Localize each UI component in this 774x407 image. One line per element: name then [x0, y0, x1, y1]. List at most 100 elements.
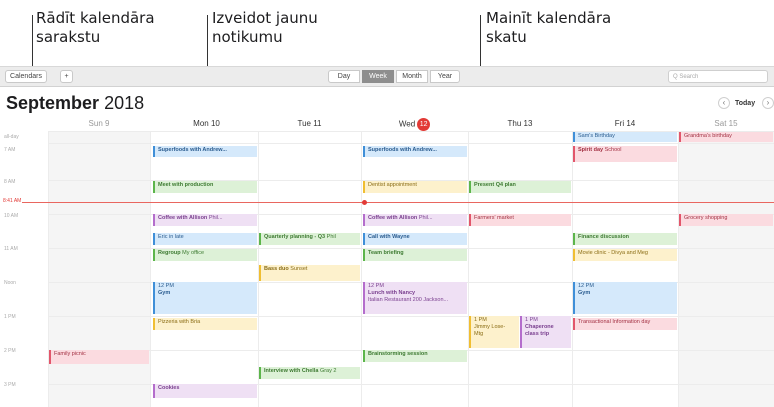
event-title: Coffee with Allison — [368, 215, 418, 221]
grid-line — [48, 316, 774, 317]
event-title: Meet with production — [158, 182, 214, 188]
view-year-button[interactable]: Year — [430, 70, 460, 83]
grid-line — [150, 131, 151, 407]
day-header-thu: Thu 13 — [507, 119, 533, 128]
event-jimmy[interactable]: 1 PM Jimmy Lose- Mtg — [469, 316, 519, 348]
current-time-line — [22, 202, 774, 203]
hour-label: 11 AM — [4, 246, 18, 252]
grid-line — [678, 131, 679, 407]
callout-line: sarakstu — [36, 28, 101, 46]
event-title: Interview with Chella — [264, 368, 319, 374]
grid-line — [48, 143, 774, 144]
grid-line — [48, 131, 49, 407]
event-title: Call with Wayne — [368, 234, 410, 240]
event-call-wayne[interactable]: Call with Wayne — [363, 233, 467, 245]
event-eric-late[interactable]: Eric in late — [153, 233, 257, 245]
day-header-wed: Wed 12 — [361, 118, 468, 131]
event-team-briefing[interactable]: Team briefing — [363, 249, 467, 261]
event-finance[interactable]: Finance discussion — [573, 233, 677, 245]
weekend-column-sun — [48, 131, 150, 407]
day-header-mon: Mon 10 — [193, 119, 220, 128]
event-title: Chaperone class trip — [525, 324, 554, 337]
event-coffee-mon[interactable]: Coffee with Allison Phil... — [153, 214, 257, 226]
event-title: Spirit day — [578, 147, 604, 153]
hour-label: 10 AM — [4, 213, 19, 219]
event-title: Superfoods with Andrew... — [368, 147, 437, 153]
grid-line — [572, 131, 573, 407]
event-title: Grandma's birthday — [684, 133, 732, 139]
event-regroup[interactable]: Regroup My office — [153, 249, 257, 261]
event-title: Gym — [578, 290, 591, 296]
next-week-icon[interactable]: › — [762, 97, 774, 109]
view-month-button[interactable]: Month — [396, 70, 428, 83]
event-title: Cookies — [158, 385, 180, 391]
view-week-button[interactable]: Week — [362, 70, 394, 83]
hour-label: 3 PM — [4, 382, 16, 388]
grid-line — [361, 131, 362, 407]
today-button[interactable]: Today — [735, 98, 755, 110]
callout-change-view: Mainīt kalendāra skatu — [486, 9, 611, 47]
grid-line — [468, 131, 469, 407]
event-farmers-market[interactable]: Farmers' market — [469, 214, 571, 226]
event-interview[interactable]: Interview with Chella Gray 2 — [259, 367, 360, 379]
event-dentist[interactable]: Dentist appointment — [363, 181, 467, 193]
event-family-picnic[interactable]: Family picnic — [49, 350, 149, 364]
callout-line: notikumu — [212, 28, 283, 46]
event-time: 1 PM — [525, 317, 538, 323]
toolbar: Calendars + Day Week Month Year Q Search — [0, 67, 774, 87]
event-location: Phil — [326, 234, 336, 240]
event-movie-clinic[interactable]: Movie clinic - Divya and Meg — [573, 249, 677, 261]
callout-line: skatu — [486, 28, 527, 46]
add-event-button[interactable]: + — [60, 70, 73, 83]
event-grandmas-birthday[interactable]: Grandma's birthday — [679, 132, 773, 142]
event-location: Phil... — [208, 215, 223, 221]
event-grocery[interactable]: Grocery shopping — [679, 214, 773, 226]
event-meet-production[interactable]: Meet with production — [153, 181, 257, 193]
event-lunch-nancy[interactable]: 12 PM Lunch with Nancy Italian Restaurant … — [363, 282, 467, 314]
hour-label: 7 AM — [4, 147, 16, 153]
event-gym-mon[interactable]: 12 PM Gym — [153, 282, 257, 314]
today-badge: 12 — [417, 118, 431, 131]
event-superfoods-mon[interactable]: Superfoods with Andrew... — [153, 146, 257, 157]
event-title: Pizzeria with Bria — [158, 319, 201, 325]
event-chaperone[interactable]: 1 PM Chaperone class trip — [520, 316, 571, 348]
event-present-q4[interactable]: Present Q4 plan — [469, 181, 571, 193]
current-time-label: 8:41 AM — [3, 198, 22, 204]
callout-leader — [32, 15, 33, 71]
event-superfoods-wed[interactable]: Superfoods with Andrew... — [363, 146, 467, 157]
event-title: Superfoods with Andrew... — [158, 147, 227, 153]
event-title: Transactional Information day — [578, 319, 651, 325]
event-location: Gray 2 — [319, 368, 337, 374]
current-time-dot — [362, 200, 367, 205]
year: 2018 — [104, 93, 145, 113]
event-location: Italian Restaurant 200 Jackson... — [368, 297, 449, 303]
callout-create-event: Izveidot jaunu notikumu — [212, 9, 318, 47]
event-location: My office — [182, 250, 205, 256]
event-sams-birthday[interactable]: Sam's Birthday — [573, 132, 677, 142]
callout-line: Rādīt kalendāra — [36, 9, 155, 27]
day-name: Wed — [398, 119, 416, 129]
day-header-sat: Sat 15 — [714, 119, 738, 128]
event-transactional[interactable]: Transactional Information day — [573, 318, 677, 330]
event-location: Mtg — [474, 331, 484, 337]
event-title: Brainstorming session — [368, 351, 428, 357]
event-location: Phil... — [418, 215, 433, 221]
event-cookies[interactable]: Cookies — [153, 384, 257, 398]
search-input[interactable]: Q Search — [668, 70, 768, 83]
event-location: Sunset — [290, 266, 308, 272]
view-day-button[interactable]: Day — [328, 70, 360, 83]
event-title: Family picnic — [54, 351, 86, 357]
event-spirit-day[interactable]: Spirit day School — [573, 146, 677, 162]
prev-week-icon[interactable]: ‹ — [718, 97, 730, 109]
event-location: School — [604, 147, 622, 153]
event-brainstorming[interactable]: Brainstorming session — [363, 350, 467, 362]
event-bass-duo[interactable]: Bass duo Sunset — [259, 265, 360, 281]
event-pizzeria[interactable]: Pizzeria with Bria — [153, 318, 257, 330]
calendar-window: Calendars + Day Week Month Year Q Search… — [0, 66, 774, 407]
day-header-sun: Sun 9 — [88, 119, 110, 128]
day-header-tue: Tue 11 — [297, 119, 322, 128]
event-coffee-wed[interactable]: Coffee with Allison Phil... — [363, 214, 467, 226]
event-gym-fri[interactable]: 12 PM Gym — [573, 282, 677, 314]
event-quarterly-planning[interactable]: Quarterly planning - Q3 Phil — [259, 233, 360, 245]
calendars-button[interactable]: Calendars — [5, 70, 47, 83]
